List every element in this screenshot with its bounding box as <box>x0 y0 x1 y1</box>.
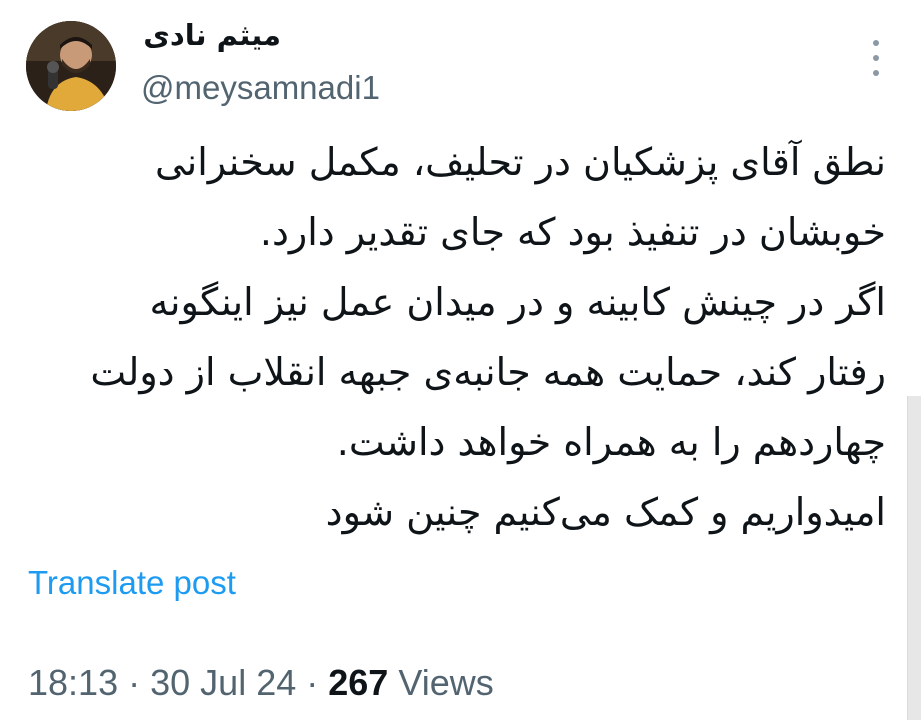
tweet-text-line: اگر در چینش کابینه و در میدان عمل نیز ای… <box>149 280 886 324</box>
translate-post-link[interactable]: Translate post <box>28 564 236 602</box>
tweet-text: نطق آقای پزشکیان در تحلیف، مکمل سخنرانی … <box>26 127 886 547</box>
tweet-text-line: رفتار کند، حمایت همه جانبه‌ی جبهه انقلاب… <box>90 350 886 394</box>
meta-separator: · <box>306 662 319 703</box>
meta-separator: · <box>128 662 141 703</box>
views-label[interactable]: Views <box>398 662 493 703</box>
tweet-date[interactable]: 30 Jul 24 <box>150 662 296 703</box>
avatar[interactable] <box>26 21 116 111</box>
tweet-text-line: خوبشان در تنفیذ بود که جای تقدیر دارد. <box>259 210 886 254</box>
tweet-text-line: نطق آقای پزشکیان در تحلیف، مکمل سخنرانی <box>155 140 886 184</box>
tweet-time[interactable]: 18:13 <box>28 662 118 703</box>
tweet-text-line: امیدواریم و کمک می‌کنیم چنین شود <box>325 490 886 534</box>
user-handle[interactable]: @meysamnadi1 <box>141 69 380 107</box>
tweet-meta: 18:13 · 30 Jul 24 · 267 Views <box>28 662 494 704</box>
tweet-text-line: چهاردهم را به همراه خواهد داشت. <box>336 420 886 464</box>
views-count[interactable]: 267 <box>328 662 388 703</box>
scrollbar[interactable] <box>907 396 921 720</box>
display-name[interactable]: میثم نادی <box>143 18 281 52</box>
more-dot <box>873 70 879 76</box>
avatar-photo-icon <box>26 21 116 111</box>
more-dot <box>873 40 879 46</box>
more-dot <box>873 55 879 61</box>
more-vertical-icon[interactable] <box>862 40 890 76</box>
